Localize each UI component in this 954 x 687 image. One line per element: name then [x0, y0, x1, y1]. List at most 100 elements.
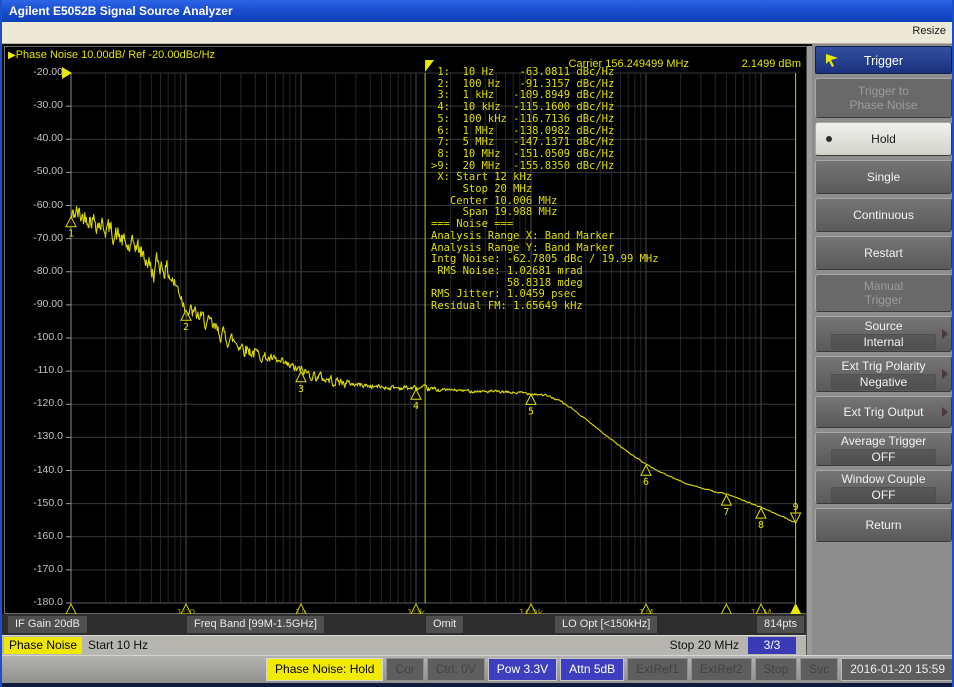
status-seg-ctrl-0v: Ctrl: 0V — [427, 658, 485, 681]
phase-noise-plot[interactable]: 1001k10k100k1M10M123456789 ▶Phase Noise … — [4, 46, 810, 614]
y-tick-label: -110.0 — [7, 364, 63, 376]
plot-scale-header: ▶Phase Noise 10.00dB/ Ref -20.00dBc/Hz — [8, 49, 215, 61]
softkey-label: Source — [864, 319, 902, 333]
status-seg-pow-3-3v: Pow 3.3V — [488, 658, 557, 681]
y-tick-label: -20.00 — [7, 66, 63, 78]
y-tick-label: -40.00 — [7, 132, 63, 144]
softkey-source[interactable]: SourceInternal — [815, 316, 952, 352]
softkey-label: Average Trigger — [841, 434, 926, 448]
softkey-label: Trigger to Phase Noise — [849, 84, 917, 112]
window-titlebar[interactable]: Agilent E5052B Signal Source Analyzer — [2, 0, 954, 22]
settings-item[interactable]: LO Opt [<150kHz] — [555, 616, 657, 633]
softkey-manual-trigger: Manual Trigger — [815, 274, 952, 312]
softkey-label: Restart — [864, 246, 903, 260]
bottom-marker-triangle-icon — [721, 604, 731, 614]
softkey-ext-trig-polarity[interactable]: Ext Trig PolarityNegative — [815, 356, 952, 392]
softkey-trigger-to-phase-noise: Trigger to Phase Noise — [815, 78, 952, 118]
settings-item[interactable]: Omit — [426, 616, 463, 633]
resize-strip: Resize — [2, 22, 954, 44]
softkey-average-trigger[interactable]: Average TriggerOFF — [815, 432, 952, 466]
trace-marker-triangle-icon — [411, 389, 421, 399]
trace-marker-number: 8 — [758, 520, 764, 531]
softkey-restart[interactable]: Restart — [815, 236, 952, 270]
y-tick-label: -150.0 — [7, 497, 63, 509]
measurement-settings-bar: IF Gain 20dB Freq Band [99M-1.5GHz] Omit LO… — [2, 614, 810, 635]
y-tick-label: -180.0 — [7, 596, 63, 608]
y-tick-label: -160.0 — [7, 530, 63, 542]
sweep-mode-badge: Phase Noise — [4, 637, 82, 654]
settings-item[interactable]: 814pts — [757, 616, 804, 633]
y-tick-label: -140.0 — [7, 464, 63, 476]
y-tick-label: -120.0 — [7, 397, 63, 409]
status-bar: Phase Noise: Hold CorCtrl: 0VPow 3.3VAtt… — [2, 655, 954, 683]
status-mode-badge: Phase Noise: Hold — [266, 658, 383, 681]
trace-marker-number: 6 — [643, 477, 649, 488]
trace-marker-triangle-icon — [721, 495, 731, 505]
status-seg-2016-01-20-15-59: 2016-01-20 15:59 — [841, 658, 954, 681]
softkey-ext-trig-output[interactable]: Ext Trig Output — [815, 396, 952, 428]
y-tick-label: -170.0 — [7, 563, 63, 575]
sweep-page-indicator: 3/3 — [748, 637, 796, 654]
softkey-label: Ext Trig Polarity — [841, 359, 925, 373]
softkey-value: Negative — [831, 374, 936, 390]
y-tick-label: -80.00 — [7, 265, 63, 277]
y-tick-label: -50.00 — [7, 165, 63, 177]
y-tick-label: -30.00 — [7, 99, 63, 111]
info-line: Residual FM: 1.65649 kHz — [431, 301, 659, 313]
trace-marker-number: 5 — [528, 406, 534, 417]
trace-marker-number: 4 — [413, 401, 419, 412]
softkey-return[interactable]: Return — [815, 508, 952, 542]
resize-button[interactable]: Resize — [912, 25, 946, 37]
status-segment-list: Phase Noise: Hold CorCtrl: 0VPow 3.3VAtt… — [266, 658, 954, 681]
info-line: 1: 10 Hz -63.0811 dBc/Hz — [431, 67, 659, 79]
softkey-label: Ext Trig Output — [843, 405, 923, 419]
instrument-screen: 1001k10k100k1M10M123456789 ▶Phase Noise … — [2, 44, 954, 655]
trace-marker-triangle-icon — [66, 217, 76, 227]
settings-item[interactable]: Freq Band [99M-1.5GHz] — [187, 616, 324, 633]
status-seg-attn-5db: Attn 5dB — [560, 658, 624, 681]
softkey-value: OFF — [831, 487, 936, 503]
softkey-label: Window Couple — [841, 472, 925, 486]
radio-dot-icon — [826, 136, 832, 142]
y-tick-label: -100.0 — [7, 331, 63, 343]
status-seg-extref2: ExtRef2 — [691, 658, 752, 681]
y-tick-label: -70.00 — [7, 232, 63, 244]
trace-marker-triangle-icon — [756, 508, 766, 518]
submenu-arrow-icon — [942, 407, 948, 417]
marker-info-block: 1: 10 Hz -63.0811 dBc/Hz 2: 100 Hz -91.3… — [431, 67, 659, 313]
submenu-arrow-icon — [942, 369, 948, 379]
softkey-label: Single — [867, 170, 900, 184]
info-line: Stop 20 MHz — [431, 184, 659, 196]
softkey-continuous[interactable]: Continuous — [815, 198, 952, 232]
softkey-single[interactable]: Single — [815, 160, 952, 194]
softkey-menu: Trigger Trigger to Phase NoiseHoldSingle… — [812, 44, 954, 655]
info-line: RMS Noise: 1.02681 mrad — [431, 266, 659, 278]
softkey-label: Return — [865, 518, 901, 532]
mouse-cursor-icon — [824, 52, 840, 68]
window-title: Agilent E5052B Signal Source Analyzer — [9, 4, 233, 18]
status-seg-extref1: ExtRef1 — [627, 658, 688, 681]
softkey-value: Internal — [831, 334, 936, 350]
info-line: Analysis Range X: Band Marker — [431, 231, 659, 243]
softkey-label: Manual Trigger — [864, 279, 903, 307]
status-seg-cor: Cor — [386, 658, 423, 681]
y-tick-label: -130.0 — [7, 430, 63, 442]
softkey-value: OFF — [831, 449, 936, 465]
status-seg-stop: Stop — [755, 658, 798, 681]
softkey-window-couple[interactable]: Window CoupleOFF — [815, 470, 952, 504]
trace-marker-number: 7 — [723, 507, 729, 518]
softkey-label: Hold — [871, 132, 896, 146]
sweep-range-bar: Phase Noise Start 10 Hz Stop 20 MHz 3/3 — [2, 635, 812, 655]
y-tick-label: -60.00 — [7, 199, 63, 211]
settings-item[interactable]: IF Gain 20dB — [8, 616, 87, 633]
info-line: 8: 10 MHz -151.0509 dBc/Hz — [431, 149, 659, 161]
softkey-hold[interactable]: Hold — [815, 122, 952, 156]
bottom-marker-triangle-icon — [66, 604, 76, 614]
y-tick-label: -90.00 — [7, 298, 63, 310]
softkey-label: Continuous — [853, 208, 914, 222]
trace-marker-triangle-icon — [526, 394, 536, 404]
window-bottom-frame — [2, 683, 954, 687]
trace-marker-number: 2 — [183, 322, 189, 333]
submenu-arrow-icon — [942, 329, 948, 339]
sweep-start-label: Start 10 Hz — [88, 638, 148, 652]
